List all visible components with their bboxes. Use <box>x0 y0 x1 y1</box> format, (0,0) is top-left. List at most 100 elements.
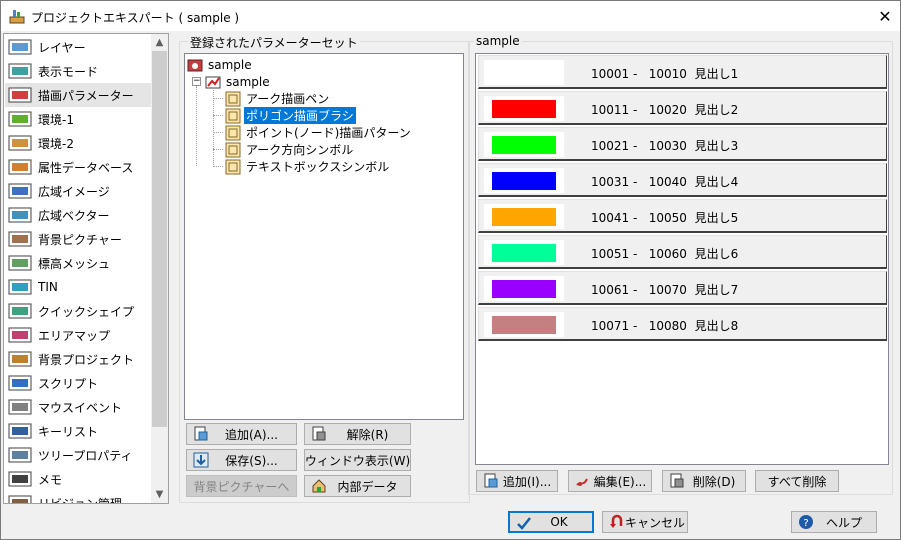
cancel-button[interactable]: キャンセル <box>602 511 688 533</box>
tree-node-label: sample <box>226 74 270 89</box>
help-button[interactable]: ? ヘルプ <box>791 511 877 533</box>
nav-item-label: マウスイベント <box>38 400 123 415</box>
nav-item[interactable]: 表示モード <box>5 59 153 83</box>
tree-leaf[interactable]: ポイント(ノード)描画パターン <box>225 124 413 141</box>
undo-arrow-icon <box>610 514 623 528</box>
color-swatch <box>492 208 556 226</box>
key-list-icon <box>8 423 32 439</box>
category-list[interactable]: リビジョン管理 メモ ツリープロパティ キーリスト マウスイベント スクリプト 背景プロジェ… <box>3 33 169 504</box>
color-swatch <box>492 136 556 154</box>
layer-icon <box>8 39 32 55</box>
legend-range-label: 10021 - 10030 見出し3 <box>591 139 739 153</box>
nav-item[interactable]: 標高メッシュ <box>5 251 153 275</box>
wide-vector-icon <box>8 207 32 223</box>
legend-row[interactable]: 10031 - 10040 見出し4 <box>478 163 887 197</box>
legend-add-button[interactable]: 追加(I)... <box>476 470 558 492</box>
tree-leaf[interactable]: アーク方向シンボル <box>225 141 355 158</box>
edit-brush-icon <box>576 478 588 486</box>
legend-list[interactable]: 10001 - 10010 見出し1 10011 - 10020 見出し2 1002… <box>475 53 889 465</box>
save-button[interactable]: 保存(S)... <box>186 449 297 471</box>
wide-image-icon <box>8 183 32 199</box>
nav-item-label: クイックシェイプ <box>38 304 135 319</box>
tree-leaf-label: ポリゴン描画ブラシ <box>243 106 357 125</box>
nav-item-label: リビジョン管理 <box>38 496 123 504</box>
legend-row[interactable]: 10001 - 10010 見出し1 <box>478 55 887 89</box>
project-icon <box>187 59 203 71</box>
to-background-picture-button[interactable]: 背景ピクチャーへ <box>186 475 297 497</box>
tree-root[interactable]: sample <box>187 56 254 73</box>
window-show-button[interactable]: ウィンドウ表示(W) <box>304 449 411 471</box>
param-set-tree[interactable]: sample − sample アーク描画ペン ポリゴン描画ブラシ ポイント(ノード… <box>184 53 464 420</box>
nav-item-label: TIN <box>38 280 58 294</box>
arc-pen-icon <box>225 91 241 106</box>
nav-item[interactable]: 背景プロジェクト <box>5 347 153 371</box>
nav-item[interactable]: マウスイベント <box>5 395 153 419</box>
nav-item[interactable]: メモ <box>5 467 153 491</box>
nav-item[interactable]: リビジョン管理 <box>5 491 153 504</box>
nav-item-label: キーリスト <box>38 424 99 439</box>
legend-row[interactable]: 10011 - 10020 見出し2 <box>478 91 887 125</box>
category-list-scrollbar[interactable]: ▲ ▼ <box>151 34 168 503</box>
nav-item[interactable]: キーリスト <box>5 419 153 443</box>
nav-item[interactable]: 描画パラメーター <box>5 83 153 107</box>
legend-edit-button[interactable]: 編集(E)... <box>568 470 652 492</box>
scroll-up-arrow-icon[interactable]: ▲ <box>151 34 168 51</box>
scroll-thumb[interactable] <box>152 51 167 427</box>
nav-item[interactable]: クイックシェイプ <box>5 299 153 323</box>
legend-range-label: 10031 - 10040 見出し4 <box>591 175 739 189</box>
nav-item[interactable]: 環境-2 <box>5 131 153 155</box>
draw-parameter-icon <box>8 87 32 103</box>
ok-button[interactable]: OK <box>508 511 594 533</box>
nav-item[interactable]: 環境-1 <box>5 107 153 131</box>
tree-leaf[interactable]: アーク描画ペン <box>225 90 331 107</box>
param-set-group-label: 登録されたパラメーターセット <box>188 34 360 51</box>
nav-item[interactable]: エリアマップ <box>5 323 153 347</box>
nav-item-label: 環境-2 <box>38 136 74 151</box>
tree-leaf[interactable]: テキストボックスシンボル <box>225 158 391 175</box>
environment-1-icon <box>8 111 32 127</box>
nav-item[interactable]: 広域ベクター <box>5 203 153 227</box>
memo-icon <box>8 471 32 487</box>
legend-row[interactable]: 10071 - 10080 見出し8 <box>478 307 887 341</box>
delete-icon <box>670 473 684 488</box>
tree-connector <box>213 166 223 167</box>
tree-connector <box>213 115 223 116</box>
tree-leaf-label: テキストボックスシンボル <box>246 160 390 174</box>
nav-item[interactable]: ツリープロパティ <box>5 443 153 467</box>
nav-item[interactable]: 広域イメージ <box>5 179 153 203</box>
nav-item[interactable]: レイヤー <box>5 35 153 59</box>
scroll-down-arrow-icon[interactable]: ▼ <box>151 486 168 503</box>
release-icon <box>312 426 326 441</box>
nav-item[interactable]: 背景ピクチャー <box>5 227 153 251</box>
swatch-box <box>484 168 564 193</box>
swatch-box <box>484 240 564 265</box>
tree-root-label: sample <box>208 57 252 72</box>
legend-row[interactable]: 10061 - 10070 見出し7 <box>478 271 887 305</box>
tree-node-sample[interactable]: sample <box>205 73 272 90</box>
add-param-set-button[interactable]: 追加(A)... <box>186 423 297 445</box>
script-icon <box>8 375 32 391</box>
legend-delete-all-button[interactable]: すべて削除 <box>755 470 839 492</box>
legend-row[interactable]: 10021 - 10030 見出し3 <box>478 127 887 161</box>
release-button[interactable]: 解除(R) <box>304 423 411 445</box>
nav-item-label: 標高メッシュ <box>38 256 111 271</box>
legend-delete-button[interactable]: 削除(D) <box>662 470 746 492</box>
nav-item[interactable]: スクリプト <box>5 371 153 395</box>
elevation-mesh-icon <box>8 255 32 271</box>
textbox-symbol-icon <box>225 159 241 174</box>
swatch-box <box>484 60 564 85</box>
swatch-box <box>484 312 564 337</box>
internal-data-button[interactable]: 内部データ <box>304 475 411 497</box>
tree-leaf[interactable]: ポリゴン描画ブラシ <box>225 106 357 125</box>
nav-item-label: 描画パラメーター <box>38 88 134 103</box>
tree-connector <box>196 86 197 166</box>
nav-item[interactable]: TIN <box>5 275 153 299</box>
window-title: プロジェクトエキスパート ( sample ) <box>31 11 240 25</box>
legend-row[interactable]: 10041 - 10050 見出し5 <box>478 199 887 233</box>
revision-icon <box>8 495 32 503</box>
close-button[interactable]: ✕ <box>870 1 900 32</box>
nav-item[interactable]: 属性データベース <box>5 155 153 179</box>
tin-icon <box>8 279 32 295</box>
legend-row[interactable]: 10051 - 10060 見出し6 <box>478 235 887 269</box>
collapse-icon[interactable]: − <box>192 77 201 86</box>
